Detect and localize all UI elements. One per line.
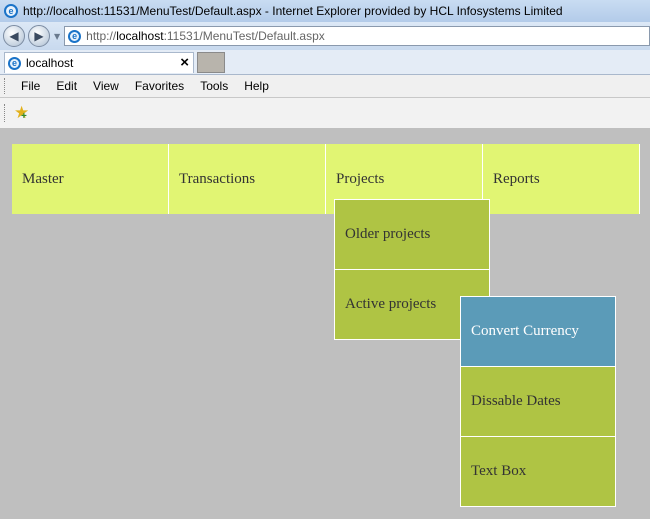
submenu-item-text-box[interactable]: Text Box bbox=[460, 436, 616, 507]
tab-title: localhost bbox=[26, 56, 74, 70]
favorites-bar: ★ + bbox=[0, 98, 650, 128]
forward-arrow-icon: ▶ bbox=[34, 29, 44, 43]
menu-item-reports[interactable]: Reports bbox=[483, 144, 640, 214]
back-button[interactable]: ◀ bbox=[3, 25, 25, 47]
submenu-item-convert-currency[interactable]: Convert Currency bbox=[460, 296, 616, 367]
ie-logo-icon: e bbox=[4, 4, 18, 18]
menu-favorites[interactable]: Favorites bbox=[127, 79, 192, 93]
page-content: Master Transactions Projects Reports Old… bbox=[0, 128, 650, 519]
tab-strip: e localhost × bbox=[0, 50, 650, 75]
menu-bar: File Edit View Favorites Tools Help bbox=[0, 75, 650, 98]
address-prefix: http:// bbox=[86, 29, 117, 43]
navigation-bar: ◀ ▶ ▼ e http://localhost:11531/MenuTest/… bbox=[0, 22, 650, 50]
favbar-grip bbox=[4, 104, 8, 122]
address-bar[interactable]: e http://localhost:11531/MenuTest/Defaul… bbox=[64, 26, 650, 46]
menu-tools[interactable]: Tools bbox=[192, 79, 236, 93]
menu-edit[interactable]: Edit bbox=[48, 79, 85, 93]
menu-view[interactable]: View bbox=[85, 79, 127, 93]
submenu-item-older-projects[interactable]: Older projects bbox=[334, 199, 490, 270]
menu-item-transactions[interactable]: Transactions bbox=[169, 144, 326, 214]
back-arrow-icon: ◀ bbox=[9, 29, 19, 43]
address-host: localhost bbox=[116, 29, 164, 43]
address-rest: :11531/MenuTest/Default.aspx bbox=[163, 29, 325, 43]
close-tab-icon[interactable]: × bbox=[180, 54, 189, 71]
tab-ie-icon: e bbox=[8, 56, 21, 70]
menu-help[interactable]: Help bbox=[236, 79, 277, 93]
window-title-bar: e http://localhost:11531/MenuTest/Defaul… bbox=[0, 0, 650, 22]
page-ie-icon: e bbox=[68, 29, 82, 43]
add-favorites-star-icon[interactable]: ★ + bbox=[14, 104, 29, 122]
active-projects-submenu: Convert Currency Dissable Dates Text Box bbox=[460, 296, 616, 507]
new-tab-button[interactable] bbox=[197, 52, 225, 73]
menu-file[interactable]: File bbox=[13, 79, 48, 93]
history-dropdown-icon[interactable]: ▼ bbox=[54, 32, 60, 41]
window-title: http://localhost:11531/MenuTest/Default.… bbox=[23, 4, 563, 18]
forward-button[interactable]: ▶ bbox=[28, 25, 50, 47]
top-navigation-menu: Master Transactions Projects Reports bbox=[12, 144, 640, 214]
menubar-grip bbox=[4, 78, 8, 94]
tab-localhost[interactable]: e localhost × bbox=[4, 52, 194, 73]
submenu-item-dissable-dates[interactable]: Dissable Dates bbox=[460, 366, 616, 437]
menu-item-master[interactable]: Master bbox=[12, 144, 169, 214]
